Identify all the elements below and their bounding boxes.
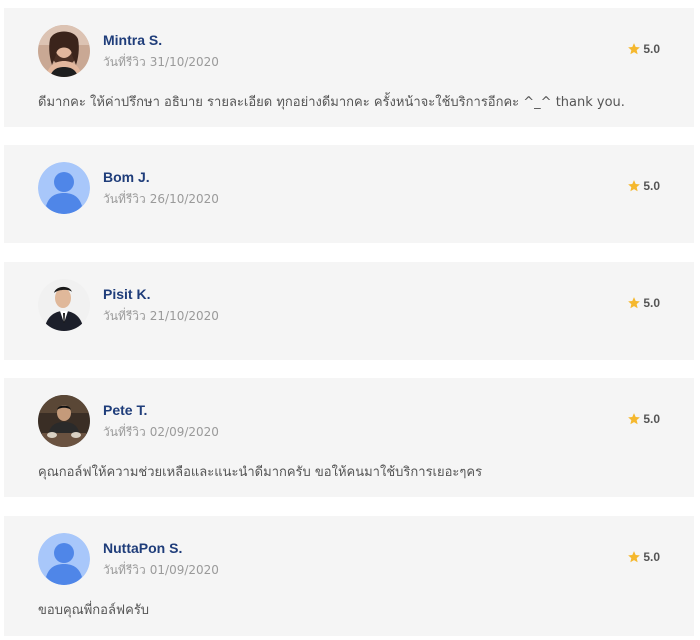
review-date: วันที่รีวิว 31/10/2020	[103, 53, 219, 72]
rating-value: 5.0	[643, 42, 660, 56]
reviewer-name: Mintra S.	[103, 32, 163, 48]
review-date: วันที่รีวิว 02/09/2020	[103, 423, 219, 442]
user-photo-icon	[38, 25, 90, 77]
review-card: NuttaPon S. วันที่รีวิว 01/09/2020 5.0 ขอ…	[4, 516, 694, 636]
reviews-list: Mintra S. วันที่รีวิว 31/10/2020 5.0 ดีมา…	[0, 0, 700, 640]
review-date-label: วันที่รีวิว	[103, 425, 146, 439]
reviewer-name: Bom J.	[103, 169, 150, 185]
user-photo-icon	[38, 395, 90, 447]
review-date: วันที่รีวิว 21/10/2020	[103, 307, 219, 326]
rating: 5.0	[627, 42, 660, 56]
star-icon	[628, 413, 641, 425]
review-date-value: 26/10/2020	[149, 192, 219, 206]
avatar	[38, 25, 90, 77]
review-date-label: วันที่รีวิว	[103, 563, 146, 577]
review-date: วันที่รีวิว 26/10/2020	[103, 190, 219, 209]
reviewer-name: Pisit K.	[103, 286, 151, 302]
review-date-label: วันที่รีวิว	[103, 55, 146, 69]
reviewer-name: Pete T.	[103, 402, 148, 418]
user-photo-icon	[38, 279, 90, 331]
avatar	[38, 395, 90, 447]
avatar	[38, 533, 90, 585]
rating-value: 5.0	[643, 296, 660, 310]
review-card: Pisit K. วันที่รีวิว 21/10/2020 5.0	[4, 262, 694, 360]
reviewer-name: NuttaPon S.	[103, 540, 183, 556]
review-text: ดีมากคะ ให้ค่าปรึกษา อธิบาย รายละเอียด ท…	[38, 95, 625, 110]
review-date-value: 31/10/2020	[149, 55, 219, 69]
review-text: ขอบคุณพี่กอล์ฟครับ	[38, 603, 150, 618]
avatar	[38, 279, 90, 331]
rating-value: 5.0	[643, 550, 660, 564]
review-date-label: วันที่รีวิว	[103, 309, 146, 323]
star-icon	[628, 551, 641, 563]
rating: 5.0	[627, 412, 660, 426]
rating-value: 5.0	[643, 412, 660, 426]
default-user-icon	[38, 162, 90, 214]
rating-value: 5.0	[643, 179, 660, 193]
star-icon	[628, 43, 641, 55]
review-card: Mintra S. วันที่รีวิว 31/10/2020 5.0 ดีมา…	[4, 8, 694, 127]
rating: 5.0	[627, 550, 660, 564]
review-date-value: 21/10/2020	[149, 309, 219, 323]
review-card: Bom J. วันที่รีวิว 26/10/2020 5.0	[4, 145, 694, 243]
default-user-icon	[38, 533, 90, 585]
review-card: Pete T. วันที่รีวิว 02/09/2020 5.0 คุณกอล…	[4, 378, 694, 497]
review-date-value: 01/09/2020	[149, 563, 219, 577]
rating: 5.0	[627, 179, 660, 193]
star-icon	[628, 297, 641, 309]
review-date-label: วันที่รีวิว	[103, 192, 146, 206]
review-date-value: 02/09/2020	[149, 425, 219, 439]
avatar	[38, 162, 90, 214]
review-date: วันที่รีวิว 01/09/2020	[103, 561, 219, 580]
star-icon	[628, 180, 641, 192]
review-text: คุณกอล์ฟให้ความช่วยเหลือและแนะนำดีมากครั…	[38, 465, 483, 480]
rating: 5.0	[627, 296, 660, 310]
